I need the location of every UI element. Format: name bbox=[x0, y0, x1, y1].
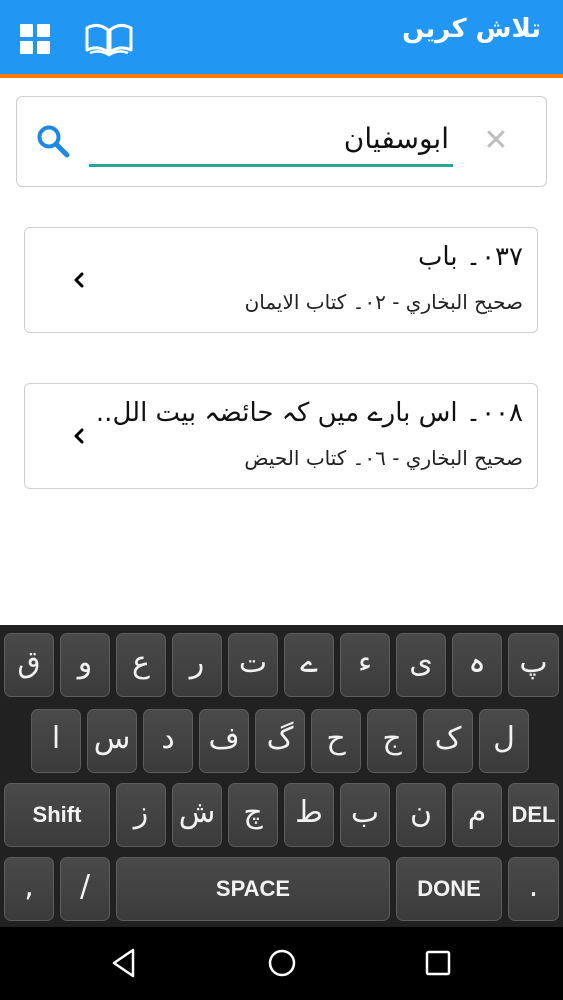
home-icon[interactable] bbox=[266, 947, 298, 979]
key-comma[interactable]: , bbox=[4, 857, 54, 921]
key-hay-hutti[interactable]: ح bbox=[311, 709, 361, 773]
key-bari-yay[interactable]: ے bbox=[284, 633, 334, 697]
key-wao[interactable]: و bbox=[60, 633, 110, 697]
key-slash[interactable]: / bbox=[60, 857, 110, 921]
space-key[interactable]: SPACE bbox=[116, 857, 390, 921]
key-pay[interactable]: پ bbox=[508, 633, 559, 697]
search-input[interactable] bbox=[89, 117, 453, 167]
key-kaf[interactable]: ک bbox=[423, 709, 473, 773]
result-title: ٠٠٨۔ اس بارے میں کہ حائضہ بیت الل.. bbox=[95, 398, 523, 428]
result-card[interactable]: ٠٠٨۔ اس بارے میں کہ حائضہ بیت الل.. صحیح… bbox=[24, 383, 538, 489]
key-yay[interactable]: ی bbox=[396, 633, 446, 697]
recents-icon[interactable] bbox=[422, 947, 454, 979]
key-gaf[interactable]: گ bbox=[255, 709, 305, 773]
page-title: تلاش کریں bbox=[402, 14, 541, 44]
key-sheen[interactable]: ش bbox=[172, 783, 222, 847]
delete-key[interactable]: DEL bbox=[508, 783, 559, 847]
key-seen[interactable]: س bbox=[87, 709, 137, 773]
key-period[interactable]: . bbox=[508, 857, 559, 921]
search-box: ✕ bbox=[16, 96, 547, 187]
result-card[interactable]: ٠٣٧۔ باب صحیح البخاري - ٠٢۔ کتاب الایمان bbox=[24, 227, 538, 333]
open-book-icon[interactable] bbox=[84, 18, 134, 58]
app-bar: تلاش کریں bbox=[0, 0, 563, 78]
key-dal[interactable]: د bbox=[143, 709, 193, 773]
shift-key[interactable]: Shift bbox=[4, 783, 110, 847]
system-nav-bar bbox=[0, 927, 563, 1000]
key-tay[interactable]: ت bbox=[228, 633, 278, 697]
key-fay[interactable]: ف bbox=[199, 709, 249, 773]
key-qaf[interactable]: ق bbox=[4, 633, 54, 697]
key-alif[interactable]: ا bbox=[31, 709, 81, 773]
chevron-left-icon bbox=[74, 428, 84, 444]
result-subtitle: صحیح البخاري - ٠٦۔ کتاب الحیض bbox=[244, 446, 523, 470]
search-icon[interactable] bbox=[35, 123, 71, 159]
key-lam[interactable]: ل bbox=[479, 709, 529, 773]
key-ain[interactable]: ع bbox=[116, 633, 166, 697]
key-hamza[interactable]: ء bbox=[340, 633, 390, 697]
key-meem[interactable]: م bbox=[452, 783, 502, 847]
key-hay[interactable]: ہ bbox=[452, 633, 502, 697]
key-ray[interactable]: ر bbox=[172, 633, 222, 697]
key-toay[interactable]: ط bbox=[284, 783, 334, 847]
key-chay[interactable]: چ bbox=[228, 783, 278, 847]
grid-menu-icon[interactable] bbox=[20, 24, 50, 54]
clear-icon[interactable]: ✕ bbox=[482, 126, 510, 156]
key-noon[interactable]: ن bbox=[396, 783, 446, 847]
key-bay[interactable]: ب bbox=[340, 783, 390, 847]
key-zay[interactable]: ز bbox=[116, 783, 166, 847]
key-jeem[interactable]: ج bbox=[367, 709, 417, 773]
result-subtitle: صحیح البخاري - ٠٢۔ کتاب الایمان bbox=[244, 290, 523, 314]
back-icon[interactable] bbox=[109, 947, 141, 979]
chevron-left-icon bbox=[74, 272, 84, 288]
done-key[interactable]: DONE bbox=[396, 857, 502, 921]
urdu-keyboard: ق و ع ر ت ے ء ی ہ پ ا س د ف گ ح ج ک ل Sh… bbox=[0, 625, 563, 927]
result-title: ٠٣٧۔ باب bbox=[417, 242, 523, 272]
